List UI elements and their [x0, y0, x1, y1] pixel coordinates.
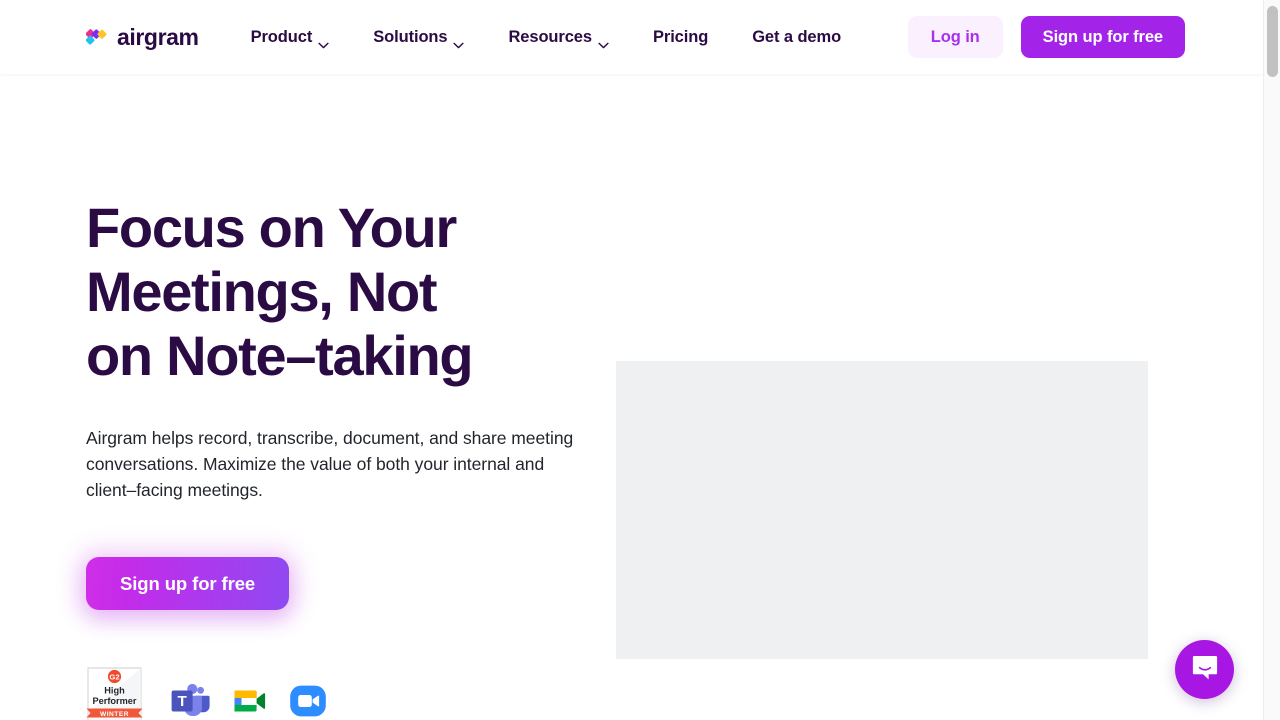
nav-item-solutions[interactable]: Solutions	[351, 18, 486, 57]
airgram-logo-icon	[86, 25, 110, 49]
nav-actions: Log in Sign up for free	[908, 16, 1185, 59]
nav-item-pricing[interactable]: Pricing	[631, 18, 730, 57]
nav-label-solutions: Solutions	[373, 28, 447, 47]
login-button[interactable]: Log in	[908, 16, 1003, 59]
svg-text:G2: G2	[109, 673, 119, 682]
browser-viewport: airgram Product Solutions	[0, 0, 1280, 720]
chevron-down-icon	[453, 35, 464, 42]
page-canvas: airgram Product Solutions	[0, 0, 1263, 720]
brand-logo-link[interactable]: airgram	[86, 25, 199, 49]
chat-launcher-button[interactable]	[1175, 640, 1234, 699]
hero-image-placeholder	[616, 361, 1148, 659]
nav-list: Product Solutions	[251, 18, 863, 57]
zoom-icon	[287, 680, 329, 720]
nav-signup-button[interactable]: Sign up for free	[1021, 16, 1185, 59]
hero-media-column	[616, 74, 1177, 659]
microsoft-teams-icon: T	[169, 680, 211, 720]
scrollbar-thumb[interactable]	[1267, 6, 1278, 77]
svg-text:Performer: Performer	[93, 696, 137, 706]
social-proof-row: G2 High Performer WINTER 2023	[86, 666, 616, 720]
hero-copy-column: Focus on Your Meetings, Not on Note–taki…	[86, 74, 616, 720]
brand-wordmark: airgram	[117, 26, 199, 49]
hero-signup-button[interactable]: Sign up for free	[86, 557, 289, 610]
chevron-down-icon	[598, 35, 609, 42]
page-scrollbar[interactable]	[1263, 0, 1280, 720]
hero-section: Focus on Your Meetings, Not on Note–taki…	[0, 74, 1263, 720]
site-header: airgram Product Solutions	[0, 0, 1263, 74]
nav-label-product: Product	[251, 28, 313, 47]
page-title: Focus on Your Meetings, Not on Note–taki…	[86, 196, 506, 388]
chat-bubble-icon	[1190, 653, 1220, 686]
nav-label-get-a-demo: Get a demo	[752, 28, 841, 47]
nav-label-resources: Resources	[508, 28, 591, 47]
google-meet-icon	[228, 680, 270, 720]
chevron-down-icon	[318, 35, 329, 42]
nav-item-resources[interactable]: Resources	[486, 18, 630, 57]
svg-text:High: High	[104, 686, 125, 696]
svg-text:WINTER: WINTER	[100, 711, 129, 718]
nav-item-get-a-demo[interactable]: Get a demo	[730, 18, 863, 57]
g2-high-performer-badge: G2 High Performer WINTER 2023	[86, 666, 143, 720]
primary-nav: Product Solutions	[251, 18, 863, 57]
svg-text:T: T	[177, 693, 187, 710]
hero-subtitle: Airgram helps record, transcribe, docume…	[86, 425, 586, 503]
nav-item-product[interactable]: Product	[251, 18, 352, 57]
nav-label-pricing: Pricing	[653, 28, 708, 47]
